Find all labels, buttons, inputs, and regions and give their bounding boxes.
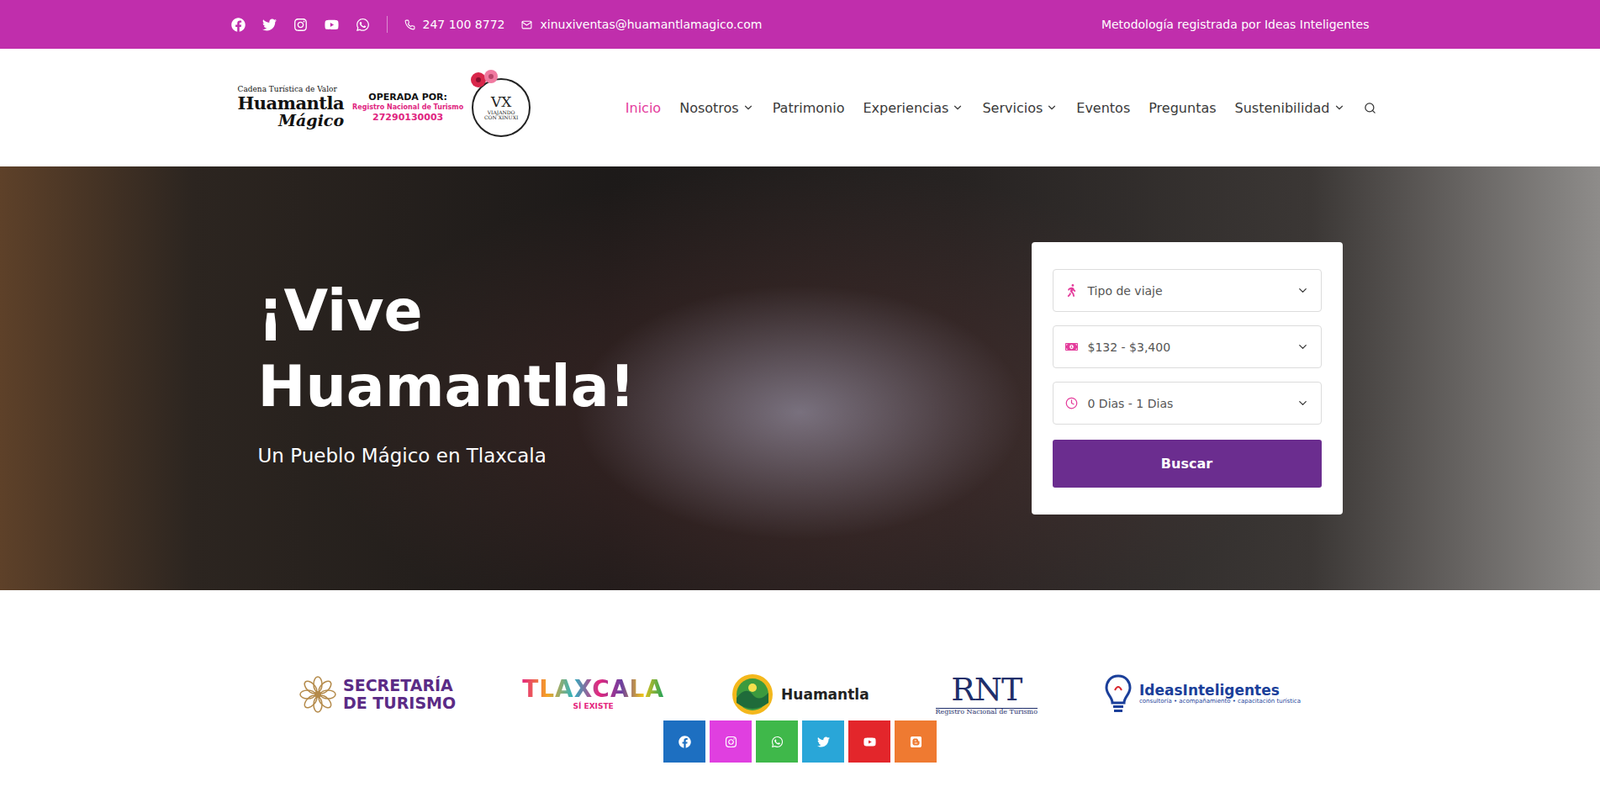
facebook-icon xyxy=(678,735,692,749)
social-button[interactable] xyxy=(894,720,937,763)
huamantla-emblem-icon xyxy=(730,672,775,717)
divider xyxy=(386,15,388,33)
logo-text: TLAXCALA xyxy=(522,676,665,703)
youtube-icon[interactable] xyxy=(324,17,339,32)
social-button[interactable] xyxy=(848,720,891,763)
instagram-icon xyxy=(724,735,738,749)
select-value: 0 Dias - 1 Dias xyxy=(1087,396,1287,411)
site-logo[interactable]: Cadena Turística de ValorHuamantlaMágico… xyxy=(237,78,532,138)
blogger-icon xyxy=(909,735,923,749)
mail-icon xyxy=(521,19,533,31)
logo-text: RNT xyxy=(950,672,1022,708)
nav-item[interactable]: Eventos xyxy=(1076,100,1131,117)
facebook-icon[interactable] xyxy=(231,17,246,32)
search-select[interactable]: Tipo de viaje xyxy=(1052,269,1322,312)
rnt-logo: RNTRegistro Nacional de Turismo xyxy=(935,668,1038,721)
ideas-inteligentes-logo: IdeasInteligentesconsultoría • acompañam… xyxy=(1103,668,1301,721)
youtube-icon xyxy=(863,735,877,749)
chevron-down-icon xyxy=(1045,101,1058,114)
chevron-down-icon xyxy=(951,101,964,114)
bulb-icon xyxy=(1103,673,1133,716)
search-select[interactable]: $132 - $3,400 xyxy=(1052,325,1322,369)
instagram-icon[interactable] xyxy=(293,17,308,32)
chevron-down-icon xyxy=(1296,340,1310,354)
secretaria-turismo-logo: SECRETARÍADE TURISMO xyxy=(299,668,456,721)
phone-icon xyxy=(404,19,416,31)
huamantla-logo: Huamantla xyxy=(730,668,870,721)
nav-item[interactable]: Experiencias xyxy=(862,100,964,117)
hero-subtitle: Un Pueblo Mágico en Tlaxcala xyxy=(258,444,746,467)
hero-title: ¡Vive Huamantla! xyxy=(258,273,746,425)
logo-subtext: consultoría • acompañamiento • capacitac… xyxy=(1139,698,1301,706)
email-link[interactable]: xinuxiventas@huamantlamagico.com xyxy=(521,17,762,32)
badge-mark: VX xyxy=(491,94,512,111)
logo-script: Mágico xyxy=(278,112,344,130)
chevron-down-icon xyxy=(1296,284,1310,297)
logo-text: Huamantla xyxy=(781,686,870,703)
twitter-icon[interactable] xyxy=(262,17,277,32)
badge-line: CON XINUXI xyxy=(484,115,518,122)
logo-text: SECRETARÍA xyxy=(343,676,454,695)
search-card: Tipo de viaje $132 - $3,400 0 Dias - 1 Dia… xyxy=(1031,242,1343,515)
top-bar: 247 100 8772 xinuxiventas@huamantlamagico… xyxy=(0,0,1600,49)
social-buttons xyxy=(0,720,1600,766)
search-button[interactable] xyxy=(1363,101,1377,115)
nav-item[interactable]: Sustenibilidad xyxy=(1235,100,1346,117)
chevron-down-icon xyxy=(1296,396,1310,410)
social-button[interactable] xyxy=(663,720,706,763)
tlaxcala-logo: TLAXCALASÍ EXISTE xyxy=(522,668,665,721)
whatsapp-icon xyxy=(770,735,784,749)
logo-tagline: Cadena Turística de Valor xyxy=(237,85,345,94)
registry-number: 27290130003 xyxy=(372,111,444,124)
operated-by: OPERADA POR: xyxy=(368,91,448,104)
registry-label: Registro Nacional de Turismo xyxy=(352,103,464,112)
select-value: $132 - $3,400 xyxy=(1087,340,1287,354)
search-submit-button[interactable]: Buscar xyxy=(1052,439,1322,488)
twitter-icon xyxy=(817,735,830,749)
phone-link[interactable]: 247 100 8772 xyxy=(404,17,506,32)
chevron-down-icon xyxy=(1333,101,1346,114)
hero: ¡Vive Huamantla! Un Pueblo Mágico en Tlax… xyxy=(0,166,1600,591)
chevron-down-icon xyxy=(742,101,755,114)
nav-item[interactable]: Nosotros xyxy=(679,100,755,117)
logo-name: Huamantla xyxy=(237,94,345,113)
main-nav: Inicio Nosotros Patrimonio Experiencias Serv… xyxy=(625,100,1377,117)
whatsapp-icon[interactable] xyxy=(355,17,370,32)
social-links xyxy=(231,17,370,32)
social-button[interactable] xyxy=(802,720,845,763)
partner-logos: SECRETARÍADE TURISMO TLAXCALASÍ EXISTE Hua… xyxy=(224,590,1377,721)
search-icon xyxy=(1363,101,1377,115)
select-value: Tipo de viaje xyxy=(1087,284,1287,298)
badge-line: VIAJANDO xyxy=(487,110,516,117)
logo-text: DE TURISMO xyxy=(343,694,456,713)
header: Cadena Turística de ValorHuamantlaMágico… xyxy=(0,48,1600,167)
logo-subtext: Registro Nacional de Turismo xyxy=(935,707,1038,717)
social-button[interactable] xyxy=(709,720,752,763)
clock-icon xyxy=(1065,396,1078,410)
logo-subtext: SÍ EXISTE xyxy=(573,702,614,712)
nav-item[interactable]: Preguntas xyxy=(1148,100,1216,117)
search-select[interactable]: 0 Dias - 1 Dias xyxy=(1052,381,1322,425)
logo-text: IdeasInteligentes xyxy=(1139,682,1280,699)
methodology-note: Metodología registrada por Ideas Intelig… xyxy=(1101,17,1370,32)
nav-item[interactable]: Patrimonio xyxy=(772,100,845,117)
operator-badge: VXVIAJANDOCON XINUXI xyxy=(471,78,531,138)
flower-icon xyxy=(299,675,337,713)
social-button[interactable] xyxy=(755,720,798,763)
walking-icon xyxy=(1065,284,1078,297)
flowers-icon xyxy=(468,68,502,92)
nav-item[interactable]: Inicio xyxy=(625,100,661,117)
money-icon xyxy=(1065,340,1078,354)
nav-item[interactable]: Servicios xyxy=(982,100,1058,117)
